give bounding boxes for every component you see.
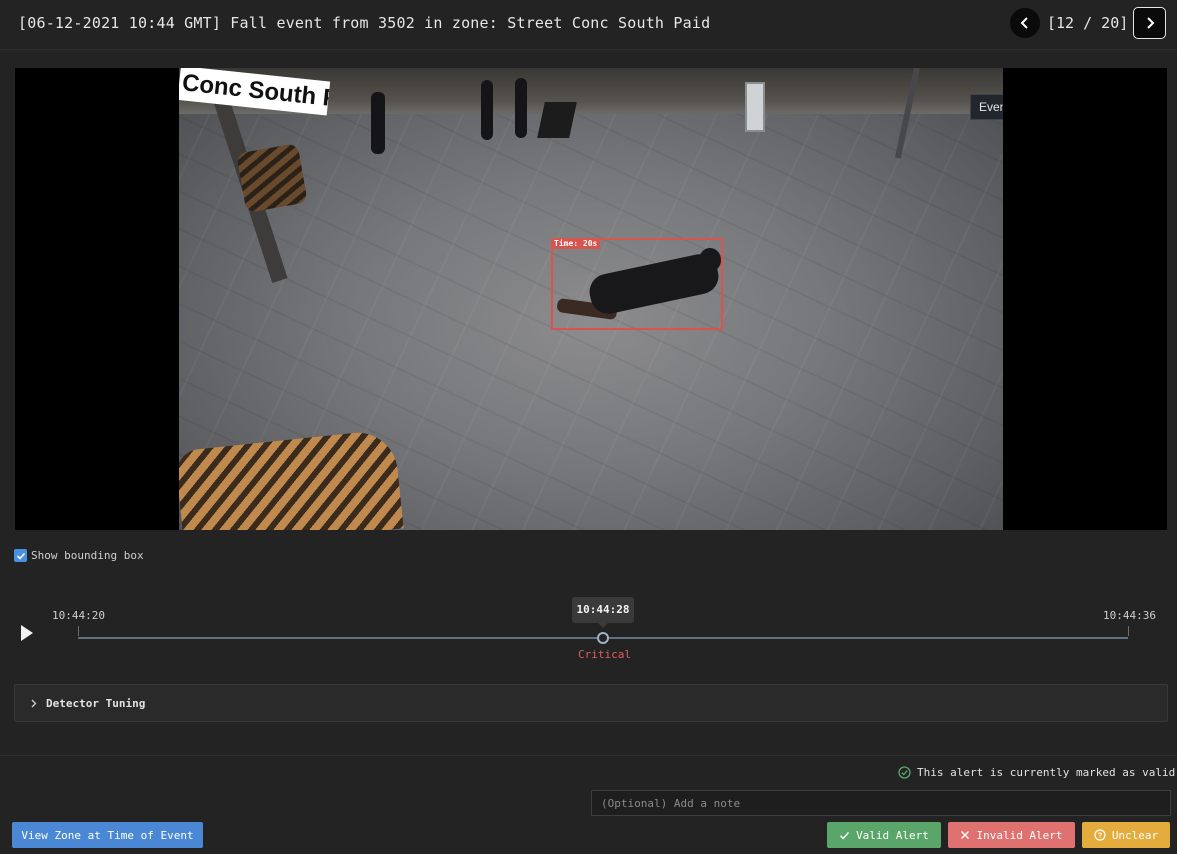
show-bounding-box-checkbox[interactable]	[14, 549, 27, 562]
unclear-button[interactable]: ? Unclear	[1082, 822, 1170, 848]
camera-frame: Conc South Paid Time: 20s Events	[179, 68, 1003, 530]
view-zone-label: View Zone at Time of Event	[21, 828, 194, 842]
timeline-scrubber-handle[interactable]	[597, 632, 609, 644]
detection-bounding-box: Time: 20s	[551, 238, 723, 330]
detection-label: Time: 20s	[551, 238, 601, 249]
event-counter: [12 / 20]	[1047, 14, 1129, 32]
current-time-tooltip: 10:44:28	[572, 597, 634, 628]
chevron-right-icon	[31, 699, 37, 707]
chevron-left-icon	[1020, 17, 1028, 29]
invalid-alert-label: Invalid Alert	[976, 828, 1063, 842]
svg-text:?: ?	[1098, 831, 1103, 840]
timeline-start-time: 10:44:20	[52, 609, 105, 622]
standing-person	[481, 80, 493, 140]
standing-person	[371, 92, 385, 154]
x-icon	[961, 831, 970, 839]
next-event-button[interactable]	[1133, 7, 1166, 39]
previous-event-button[interactable]	[1010, 8, 1040, 38]
check-circle-icon	[898, 766, 911, 779]
alert-status-text: This alert is currently marked as valid	[917, 766, 1176, 779]
play-button[interactable]	[20, 624, 34, 646]
ticket-machine	[745, 82, 765, 132]
unclear-label: Unclear	[1111, 828, 1159, 842]
footer-divider	[0, 755, 1177, 756]
layer-select-value: Events	[979, 100, 1003, 114]
play-icon	[21, 625, 33, 641]
standing-person	[515, 78, 527, 138]
layer-select[interactable]: Events	[970, 94, 1003, 120]
question-circle-icon: ?	[1094, 829, 1106, 841]
event-severity-marker: Critical	[578, 648, 631, 661]
bench	[236, 143, 308, 213]
video-player[interactable]: Conc South Paid Time: 20s Events	[15, 68, 1167, 530]
valid-alert-label: Valid Alert	[856, 828, 929, 842]
event-header: [06-12-2021 10:44 GMT] Fall event from 3…	[0, 0, 1177, 50]
invalid-alert-button[interactable]: Invalid Alert	[948, 822, 1075, 848]
valid-alert-button[interactable]: Valid Alert	[827, 822, 941, 848]
event-title: [06-12-2021 10:44 GMT] Fall event from 3…	[18, 14, 711, 32]
timeline-start-tick	[78, 626, 79, 636]
timeline-end-time: 10:44:36	[1103, 609, 1156, 622]
alert-status: This alert is currently marked as valid	[898, 766, 1175, 779]
check-icon	[16, 552, 25, 560]
chevron-right-icon	[1146, 17, 1154, 29]
view-zone-button[interactable]: View Zone at Time of Event	[12, 822, 203, 848]
timeline-end-tick	[1128, 626, 1129, 636]
show-bounding-box-label: Show bounding box	[31, 549, 144, 562]
detector-tuning-label: Detector Tuning	[46, 696, 146, 710]
show-bounding-box-toggle[interactable]: Show bounding box	[14, 549, 144, 562]
note-input[interactable]	[591, 790, 1171, 816]
check-icon	[840, 831, 850, 840]
detector-tuning-panel[interactable]: Detector Tuning	[14, 684, 1168, 722]
